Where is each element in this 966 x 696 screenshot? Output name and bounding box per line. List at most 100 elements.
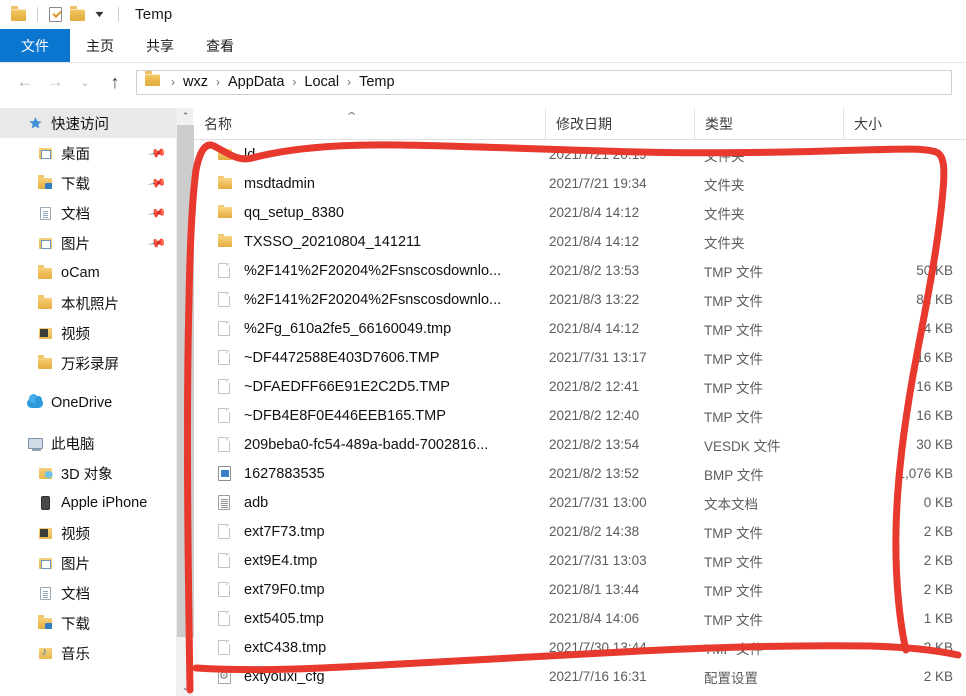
folder-icon[interactable] — [8, 5, 28, 25]
table-row[interactable]: %2Fg_610a2fe5_66160049.tmp 2021/8/4 14:12… — [194, 314, 966, 343]
file-date-cell: 2021/8/4 14:12 — [549, 321, 640, 336]
file-name-cell[interactable]: qq_setup_8380 — [194, 204, 545, 221]
blank-file-icon — [218, 553, 236, 568]
sidebar-item-documents-pc[interactable]: 文档 — [0, 578, 176, 608]
text-file-icon — [218, 495, 236, 510]
file-name-cell[interactable]: %2F141%2F20204%2Fsnscosdownlo... — [194, 292, 545, 308]
column-header-name[interactable]: 名称 ⌃ — [194, 108, 545, 140]
sidebar-item-this-pc[interactable]: 此电脑 — [0, 428, 176, 458]
table-row[interactable]: extC438.tmp 2021/7/30 13:44 TMP 文件 2 KB — [194, 633, 966, 662]
sidebar-item-wancai-recorder[interactable]: 万彩录屏 — [0, 348, 176, 378]
file-type-cell: BMP 文件 — [704, 467, 764, 483]
customize-dropdown-icon[interactable]: ▼ — [89, 5, 109, 25]
folder-video-icon — [36, 324, 54, 342]
table-row[interactable]: 209beba0-fc54-489a-badd-7002816... 2021/8… — [194, 430, 966, 459]
sidebar-item-local-photos[interactable]: 本机照片 — [0, 288, 176, 318]
file-name-cell[interactable]: ~DFAEDFF66E91E2C2D5.TMP — [194, 379, 545, 395]
table-row[interactable]: qq_setup_8380 2021/8/4 14:12 文件夹 — [194, 198, 966, 227]
back-icon[interactable]: ← — [12, 69, 38, 95]
tab-file[interactable]: 文件 — [0, 29, 70, 62]
sidebar-item-desktop[interactable]: 桌面 📌 — [0, 138, 176, 168]
column-header-type[interactable]: 类型 — [694, 108, 843, 140]
file-name-cell[interactable]: 209beba0-fc54-489a-badd-7002816... — [194, 437, 545, 453]
sidebar-item-onedrive[interactable]: OneDrive — [0, 388, 176, 418]
tab-home[interactable]: 主页 — [70, 29, 130, 62]
file-name-cell[interactable]: adb — [194, 495, 545, 511]
sidebar-item-ocam[interactable]: oCam — [0, 258, 176, 288]
recent-locations-icon[interactable]: ⌄ — [72, 69, 98, 95]
breadcrumb-item-wxz[interactable]: wxz — [181, 74, 210, 90]
sidebar-item-pictures[interactable]: 图片 📌 — [0, 228, 176, 258]
sidebar-item-apple-iphone[interactable]: Apple iPhone — [0, 488, 176, 518]
scroll-down-icon[interactable]: ⌄ — [177, 679, 194, 696]
pin-icon[interactable]: 📌 — [147, 143, 167, 163]
properties-icon[interactable] — [45, 5, 65, 25]
sidebar-item-quick-access[interactable]: 快速访问 — [0, 108, 176, 138]
breadcrumb[interactable]: › wxz › AppData › Local › Temp — [136, 69, 952, 95]
file-name-cell[interactable]: ~DF4472588E403D7606.TMP — [194, 350, 545, 366]
sidebar-label-downloads-pc: 下载 — [61, 616, 90, 633]
pin-icon[interactable]: 📌 — [147, 233, 167, 253]
file-name-cell[interactable]: ext7F73.tmp — [194, 524, 545, 540]
file-name-cell[interactable]: ext5405.tmp — [194, 611, 545, 627]
forward-icon[interactable]: → — [42, 69, 68, 95]
table-row[interactable]: ext79F0.tmp 2021/8/1 13:44 TMP 文件 2 KB — [194, 575, 966, 604]
column-header-size[interactable]: 大小 — [843, 108, 966, 140]
column-headers: 名称 ⌃ 修改日期 类型 大小 — [194, 108, 966, 140]
sidebar-item-videos[interactable]: 视频 — [0, 518, 176, 548]
table-row[interactable]: ext7F73.tmp 2021/8/2 14:38 TMP 文件 2 KB — [194, 517, 966, 546]
table-row[interactable]: ~DFAEDFF66E91E2C2D5.TMP 2021/8/2 12:41 TMP… — [194, 372, 966, 401]
file-name-cell[interactable]: 1627883535 — [194, 466, 545, 482]
table-row[interactable]: ~DFB4E8F0E446EEB165.TMP 2021/8/2 12:40 TMP… — [194, 401, 966, 430]
sidebar-item-downloads-pc[interactable]: 下载 — [0, 608, 176, 638]
table-row[interactable]: adb 2021/7/31 13:00 文本文档 0 KB — [194, 488, 966, 517]
file-name-cell[interactable]: TXSSO_20210804_141211 — [194, 233, 545, 250]
column-header-date[interactable]: 修改日期 — [545, 108, 694, 140]
sidebar-item-pictures-pc[interactable]: 图片 — [0, 548, 176, 578]
table-row[interactable]: extyouxi_cfg 2021/7/16 16:31 配置设置 2 KB — [194, 662, 966, 691]
navigation-pane-scrollbar[interactable]: ⌃ ⌄ — [176, 108, 194, 696]
breadcrumb-item-appdata[interactable]: AppData — [226, 74, 286, 90]
pin-icon[interactable]: 📌 — [147, 203, 167, 223]
table-row[interactable]: gc_7B1C.tmp2021/7/31 13:03TMP 文件116 KB — [194, 691, 966, 696]
scroll-up-icon[interactable]: ⌃ — [177, 108, 194, 125]
sidebar-item-videos-qa[interactable]: 视频 — [0, 318, 176, 348]
new-folder-icon[interactable] — [67, 5, 87, 25]
table-row[interactable]: 1627883535 2021/8/2 13:52 BMP 文件 1,076 KB — [194, 459, 966, 488]
table-row[interactable]: %2F141%2F20204%2Fsnscosdownlo... 2021/8/3… — [194, 285, 966, 314]
table-row[interactable]: TXSSO_20210804_141211 2021/8/4 14:12 文件夹 — [194, 227, 966, 256]
table-row[interactable]: ~DF4472588E403D7606.TMP 2021/7/31 13:17 TM… — [194, 343, 966, 372]
sidebar-item-3d-objects[interactable]: 3D 对象 — [0, 458, 176, 488]
file-name-cell[interactable]: extC438.tmp — [194, 640, 545, 656]
scrollbar-thumb[interactable] — [177, 125, 194, 637]
column-label-date: 修改日期 — [556, 115, 612, 132]
sidebar-label-downloads: 下载 — [61, 176, 90, 193]
file-name-cell[interactable]: ext9E4.tmp — [194, 553, 545, 569]
table-row[interactable]: ext9E4.tmp 2021/7/31 13:03 TMP 文件 2 KB — [194, 546, 966, 575]
pin-icon[interactable]: 📌 — [147, 173, 167, 193]
config-file-icon — [218, 669, 236, 685]
file-name-cell[interactable]: ~DFB4E8F0E446EEB165.TMP — [194, 408, 545, 424]
file-size-cell: 2 KB — [923, 553, 953, 568]
sidebar-item-documents[interactable]: 文档 📌 — [0, 198, 176, 228]
blank-file-icon — [218, 408, 236, 423]
up-icon[interactable]: ↑ — [102, 69, 128, 95]
file-name-cell[interactable]: ext79F0.tmp — [194, 582, 545, 598]
sidebar-item-downloads[interactable]: 下载 📌 — [0, 168, 176, 198]
breadcrumb-item-temp[interactable]: Temp — [357, 74, 396, 90]
table-row[interactable]: %2F141%2F20204%2Fsnscosdownlo... 2021/8/2… — [194, 256, 966, 285]
file-name-cell[interactable]: %2F141%2F20204%2Fsnscosdownlo... — [194, 263, 545, 279]
file-date-cell: 2021/8/2 13:54 — [549, 437, 640, 452]
table-row[interactable]: ld 2021/7/21 20:19 文件夹 — [194, 140, 966, 169]
table-row[interactable]: ext5405.tmp 2021/8/4 14:06 TMP 文件 1 KB — [194, 604, 966, 633]
file-type-cell: TMP 文件 — [704, 583, 764, 599]
file-name-cell[interactable]: msdtadmin — [194, 175, 545, 192]
tab-share[interactable]: 共享 — [130, 29, 190, 62]
file-name-cell[interactable]: %2Fg_610a2fe5_66160049.tmp — [194, 321, 545, 337]
breadcrumb-item-local[interactable]: Local — [302, 74, 341, 90]
tab-view[interactable]: 查看 — [190, 29, 250, 62]
sidebar-item-music[interactable]: 音乐 — [0, 638, 176, 668]
table-row[interactable]: msdtadmin 2021/7/21 19:34 文件夹 — [194, 169, 966, 198]
file-name-cell[interactable]: ld — [194, 146, 545, 163]
file-name-cell[interactable]: extyouxi_cfg — [194, 669, 545, 685]
